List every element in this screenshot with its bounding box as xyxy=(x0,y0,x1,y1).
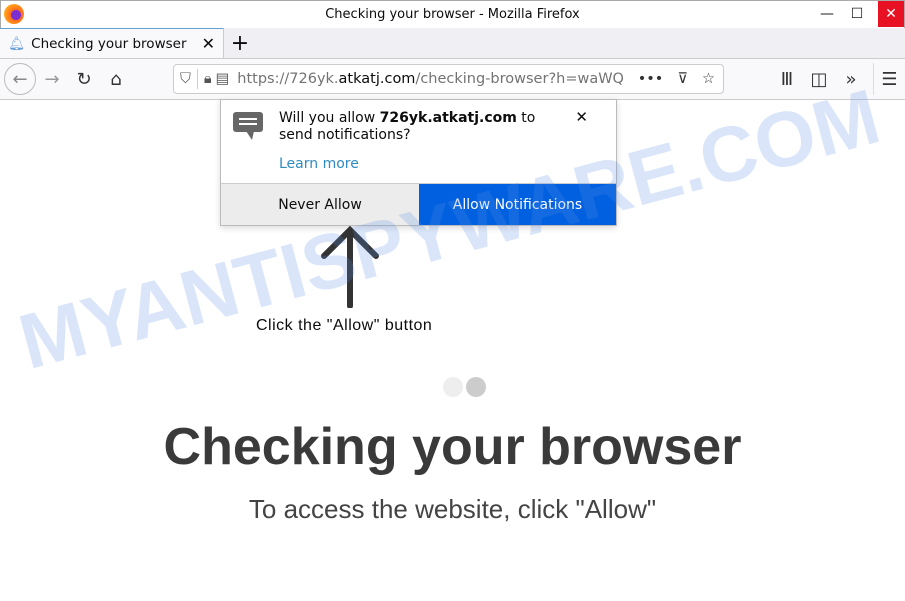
url-host: atkatj.com xyxy=(338,71,416,87)
notification-permission-icon[interactable]: ▤ xyxy=(216,71,230,87)
loading-spinner xyxy=(443,377,489,401)
title-bar: Checking your browser - Mozilla Firefox … xyxy=(0,0,905,28)
close-tab-icon[interactable]: ✕ xyxy=(202,34,215,53)
close-window-button[interactable]: ✕ xyxy=(878,1,904,27)
bell-icon: 🔔︎ xyxy=(8,35,26,52)
library-icon[interactable]: Ⅲ xyxy=(771,63,803,95)
page-subtitle: To access the website, click "Allow" xyxy=(248,494,657,524)
maximize-button[interactable]: ☐ xyxy=(842,1,872,27)
star-icon[interactable]: ☆ xyxy=(702,71,715,87)
tab-checking-browser[interactable]: 🔔︎ Checking your browser ✕ xyxy=(0,27,224,58)
tab-title: Checking your browser xyxy=(31,35,187,52)
forward-button[interactable]: → xyxy=(36,63,68,95)
allow-notifications-button[interactable]: Allow Notifications xyxy=(419,184,616,225)
pocket-icon[interactable]: ⊽ xyxy=(677,71,688,87)
url-path: /checking-browser?h=waWQ xyxy=(415,71,624,87)
firefox-logo-icon xyxy=(4,4,24,24)
tab-bar: 🔔︎ Checking your browser ✕ + xyxy=(0,27,905,59)
chat-icon xyxy=(233,112,263,140)
home-button[interactable]: ⌂ xyxy=(100,63,132,95)
lock-icon[interactable]: 🔒︎ xyxy=(204,71,212,87)
more-actions-icon[interactable]: ••• xyxy=(638,71,664,87)
allow-hint: Click the "Allow" button xyxy=(256,317,433,334)
arrow-up-icon xyxy=(321,226,379,308)
url-scheme: https://726yk. xyxy=(237,71,339,87)
nav-bar: ← → ↻ ⌂ ⛉ 🔒︎ ▤ https://726yk. atkatj.com /… xyxy=(0,59,905,100)
shield-icon[interactable]: ⛉ xyxy=(180,71,191,87)
close-popup-icon[interactable]: ✕ xyxy=(575,108,588,126)
notification-permission-popup: Will you allow 726yk.atkatj.com to send … xyxy=(220,99,617,226)
sidebar-icon[interactable]: ◫ xyxy=(803,63,835,95)
hamburger-menu-icon[interactable]: ☰ xyxy=(873,63,905,95)
back-button[interactable]: ← xyxy=(4,63,36,95)
overflow-menu-icon[interactable]: » xyxy=(835,63,867,95)
minimize-button[interactable]: — xyxy=(812,1,842,27)
url-bar[interactable]: ⛉ 🔒︎ ▤ https://726yk. atkatj.com/checking… xyxy=(173,64,724,94)
popup-message: Will you allow 726yk.atkatj.com to send … xyxy=(279,110,536,143)
page-title: Checking your browser xyxy=(163,418,742,476)
never-allow-button[interactable]: Never Allow xyxy=(221,184,419,225)
window-title: Checking your browser - Mozilla Firefox xyxy=(325,7,580,22)
reload-button[interactable]: ↻ xyxy=(68,63,100,95)
learn-more-link[interactable]: Learn more xyxy=(279,156,359,172)
new-tab-button[interactable]: + xyxy=(224,30,256,58)
